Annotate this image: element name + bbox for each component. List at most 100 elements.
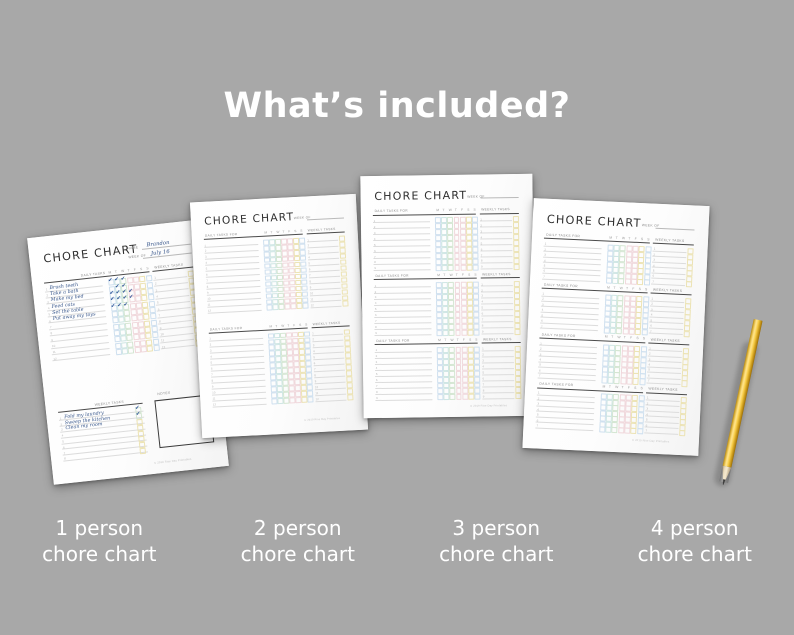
- daily-checkbox[interactable]: [149, 313, 157, 320]
- daily-checkbox[interactable]: [302, 302, 309, 310]
- weekly-checkbox[interactable]: [683, 330, 690, 338]
- weekly-checkbox[interactable]: [515, 375, 522, 382]
- daily-checkbox[interactable]: [613, 377, 621, 384]
- daily-checkbox[interactable]: [474, 393, 481, 401]
- daily-checkbox[interactable]: [455, 346, 462, 353]
- daily-checkbox[interactable]: [141, 294, 148, 302]
- week-of-field-line[interactable]: [481, 197, 519, 199]
- weekly-checkbox[interactable]: [340, 276, 347, 284]
- daily-checkbox[interactable]: [454, 317, 461, 324]
- weekly-checkbox[interactable]: [340, 265, 347, 272]
- daily-checkbox[interactable]: [467, 364, 474, 371]
- daily-checkbox[interactable]: [146, 345, 154, 352]
- daily-checkbox[interactable]: [448, 311, 455, 318]
- daily-checkbox[interactable]: [467, 311, 474, 318]
- daily-checkbox[interactable]: [436, 311, 443, 318]
- daily-checkbox[interactable]: [455, 394, 462, 401]
- weekly-checkbox[interactable]: [514, 345, 521, 352]
- daily-checkbox[interactable]: [466, 264, 473, 271]
- daily-checkbox[interactable]: [473, 305, 480, 312]
- daily-checkbox[interactable]: [436, 323, 443, 330]
- daily-checkbox[interactable]: [153, 344, 160, 352]
- daily-checkbox[interactable]: [442, 305, 449, 312]
- daily-checkbox[interactable]: [473, 299, 480, 306]
- daily-checkbox[interactable]: [124, 315, 132, 323]
- daily-checkbox[interactable]: [461, 317, 468, 324]
- daily-checkbox[interactable]: [474, 364, 481, 371]
- daily-checkbox[interactable]: [301, 279, 308, 286]
- daily-checkbox[interactable]: [301, 290, 309, 298]
- daily-checkbox[interactable]: [616, 327, 623, 335]
- daily-checkbox[interactable]: [467, 323, 474, 330]
- daily-checkbox[interactable]: [436, 364, 443, 371]
- daily-checkbox[interactable]: [455, 329, 462, 336]
- daily-checkbox[interactable]: [473, 311, 480, 318]
- daily-checkbox[interactable]: [441, 264, 448, 271]
- daily-checkbox[interactable]: [147, 294, 155, 301]
- weekly-checkbox[interactable]: [514, 363, 522, 370]
- daily-checkbox[interactable]: [448, 317, 455, 324]
- daily-checkbox[interactable]: [447, 264, 454, 271]
- daily-checkbox[interactable]: [632, 378, 640, 385]
- daily-checkbox[interactable]: [304, 330, 311, 338]
- daily-checkbox[interactable]: [635, 328, 642, 335]
- daily-checkbox[interactable]: [630, 427, 637, 435]
- daily-checkbox[interactable]: [300, 261, 307, 268]
- daily-checkbox[interactable]: [454, 299, 461, 306]
- week-of-field-line[interactable]: [307, 217, 344, 220]
- daily-checkbox[interactable]: [461, 376, 468, 383]
- daily-checkbox[interactable]: [467, 358, 474, 365]
- daily-checkbox[interactable]: [436, 305, 443, 312]
- daily-checkbox[interactable]: [299, 243, 306, 250]
- week-of-field-line[interactable]: [655, 227, 695, 231]
- daily-checkbox[interactable]: [473, 329, 480, 336]
- weekly-checkbox[interactable]: [341, 288, 348, 296]
- daily-checkbox[interactable]: [442, 317, 449, 324]
- daily-checkbox[interactable]: [435, 264, 442, 271]
- daily-checkbox[interactable]: [300, 255, 307, 262]
- daily-checkbox[interactable]: [468, 394, 475, 401]
- weekly-checkbox[interactable]: [678, 430, 686, 437]
- daily-checkbox[interactable]: [474, 370, 481, 377]
- daily-checkbox[interactable]: [301, 273, 308, 280]
- daily-checkbox[interactable]: [643, 279, 650, 286]
- daily-checkbox[interactable]: [461, 358, 468, 365]
- daily-checkbox[interactable]: [455, 358, 462, 365]
- daily-checkbox[interactable]: [299, 249, 306, 256]
- daily-checkbox[interactable]: [436, 346, 443, 353]
- weekly-checkbox[interactable]: [685, 281, 692, 288]
- daily-checkbox[interactable]: [443, 364, 450, 371]
- daily-checkbox[interactable]: [454, 311, 461, 318]
- daily-checkbox[interactable]: [443, 394, 450, 401]
- daily-checkbox[interactable]: [449, 346, 456, 353]
- daily-checkbox[interactable]: [473, 317, 480, 324]
- daily-checkbox[interactable]: [443, 358, 450, 365]
- daily-checkbox[interactable]: [127, 347, 135, 354]
- daily-checkbox[interactable]: [624, 278, 631, 285]
- weekly-checkbox[interactable]: [343, 328, 350, 335]
- daily-checkbox[interactable]: [473, 358, 481, 365]
- daily-checkbox[interactable]: [454, 264, 461, 271]
- weekly-checkbox[interactable]: [514, 322, 521, 329]
- daily-checkbox[interactable]: [449, 352, 456, 359]
- daily-checkbox[interactable]: [473, 323, 480, 330]
- weekly-checkbox[interactable]: [339, 253, 346, 260]
- daily-checkbox[interactable]: [467, 329, 474, 336]
- daily-checkbox[interactable]: [454, 305, 461, 312]
- daily-checkbox[interactable]: [307, 396, 314, 403]
- daily-checkbox[interactable]: [462, 394, 469, 401]
- daily-checkbox[interactable]: [436, 299, 443, 306]
- daily-checkbox[interactable]: [143, 313, 151, 321]
- daily-checkbox[interactable]: [442, 352, 449, 359]
- daily-checkbox[interactable]: [467, 370, 474, 377]
- daily-checkbox[interactable]: [449, 394, 456, 401]
- daily-checkbox[interactable]: [460, 311, 467, 318]
- daily-checkbox[interactable]: [467, 317, 474, 324]
- daily-checkbox[interactable]: [611, 427, 618, 434]
- daily-checkbox[interactable]: [449, 364, 456, 371]
- daily-checkbox[interactable]: [436, 370, 444, 377]
- daily-checkbox[interactable]: [436, 317, 443, 324]
- weekly-checkbox[interactable]: [338, 235, 345, 242]
- daily-checkbox[interactable]: [436, 352, 443, 359]
- weekly-checkbox[interactable]: [339, 247, 346, 254]
